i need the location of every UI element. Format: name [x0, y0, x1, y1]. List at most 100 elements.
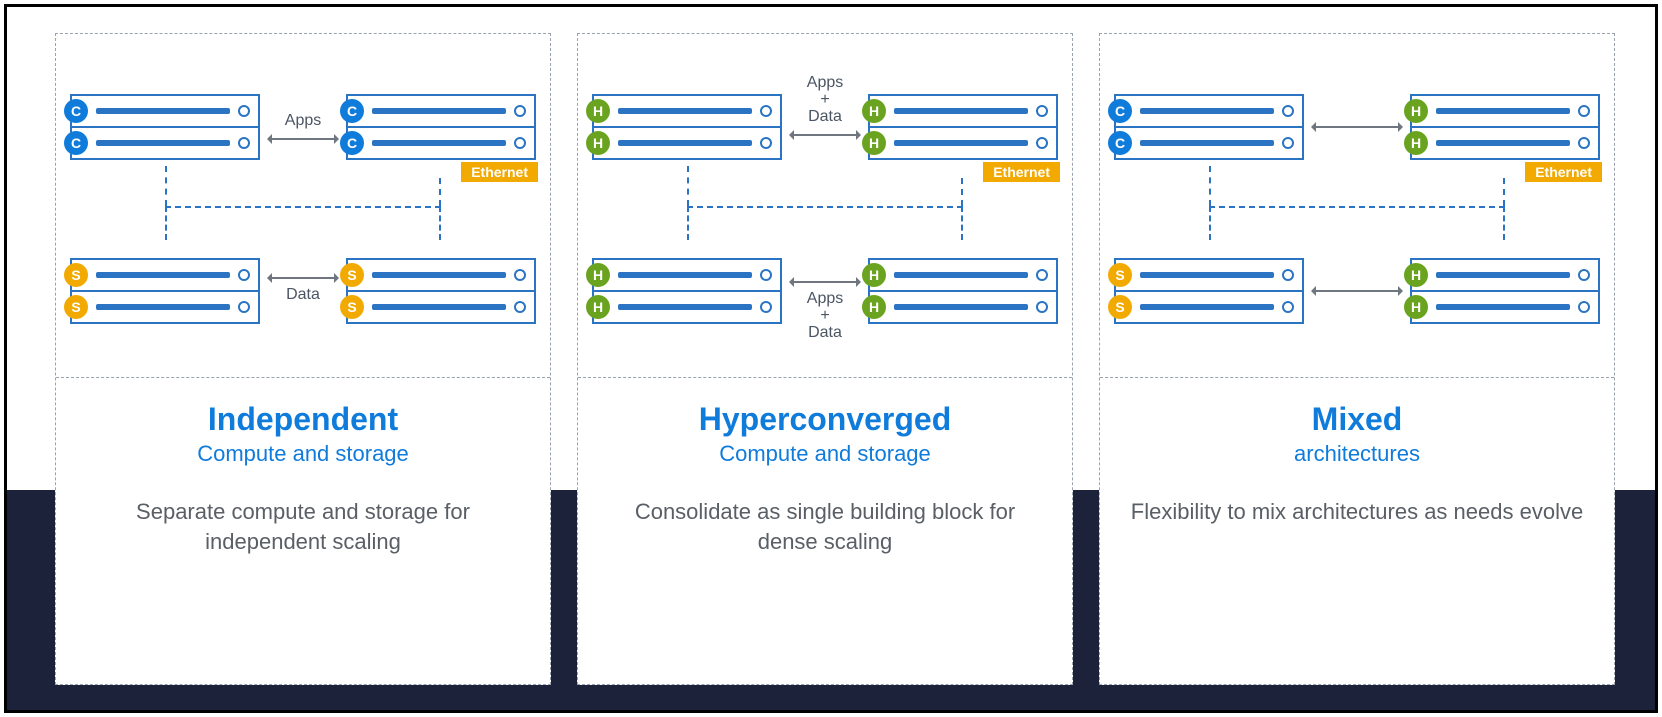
compute-badge-icon: C — [64, 131, 88, 155]
server: C — [70, 94, 260, 128]
server-bar-icon — [372, 108, 506, 114]
server-bar-icon — [96, 140, 230, 146]
storage-badge-icon: S — [64, 263, 88, 287]
panel-subtitle: architectures — [1128, 441, 1586, 467]
server-led-icon — [514, 105, 526, 117]
server: S — [70, 258, 260, 292]
link-label: Apps — [274, 113, 332, 130]
server-bar-icon — [1140, 140, 1274, 146]
server-bar-icon — [96, 272, 230, 278]
panel-mixed: C C H H Ethernet — [1099, 33, 1615, 685]
server-led-icon — [1282, 105, 1294, 117]
double-arrow-icon — [268, 277, 338, 279]
network-connector — [1114, 182, 1600, 236]
server-led-icon — [1282, 269, 1294, 281]
dashed-line-icon — [687, 166, 689, 206]
server-led-icon — [1036, 301, 1048, 313]
server-bar-icon — [96, 304, 230, 310]
server-led-icon — [514, 269, 526, 281]
storage-badge-icon: S — [1108, 263, 1132, 287]
server: H — [868, 94, 1058, 128]
dashed-line-icon — [165, 206, 441, 208]
dashed-line-icon — [439, 206, 441, 240]
link-label: Apps + Data — [796, 291, 854, 341]
server: H — [592, 290, 782, 324]
server: C — [346, 126, 536, 160]
server: S — [346, 290, 536, 324]
server: S — [70, 290, 260, 324]
hci-badge-icon: H — [586, 295, 610, 319]
storage-badge-icon: S — [1108, 295, 1132, 319]
hci-badge-icon: H — [586, 99, 610, 123]
diagram-frame: C C Apps C C Ethernet — [4, 4, 1658, 713]
server: C — [1114, 126, 1304, 160]
server: H — [1410, 290, 1600, 324]
double-arrow-icon — [790, 134, 860, 136]
storage-badge-icon: S — [64, 295, 88, 319]
panel-caption: Mixed architectures Flexibility to mix a… — [1100, 378, 1614, 537]
dashed-line-icon — [1503, 206, 1505, 240]
server-stack: H H — [868, 258, 1058, 324]
server-led-icon — [1282, 301, 1294, 313]
panel-diagram: C C H H Ethernet — [1100, 34, 1614, 378]
server-led-icon — [238, 105, 250, 117]
server: S — [1114, 258, 1304, 292]
panel-subtitle: Compute and storage — [606, 441, 1044, 467]
dashed-line-icon — [1209, 206, 1505, 208]
server-bar-icon — [894, 272, 1028, 278]
panel-title: Hyperconverged — [606, 402, 1044, 437]
server: S — [1114, 290, 1304, 324]
server-led-icon — [1578, 105, 1590, 117]
arrow-group: Apps + Data — [790, 117, 860, 135]
hci-badge-icon: H — [1404, 131, 1428, 155]
server-bar-icon — [618, 304, 752, 310]
arrow-group: Apps + Data — [790, 281, 860, 299]
server: H — [592, 94, 782, 128]
server-stack: C C Ethernet — [346, 94, 536, 160]
server-led-icon — [760, 269, 772, 281]
ethernet-tag: Ethernet — [983, 162, 1060, 182]
hci-badge-icon: H — [862, 99, 886, 123]
panel-description: Separate compute and storage for indepen… — [84, 497, 522, 556]
top-row: C C H H Ethernet — [1114, 94, 1600, 160]
server: C — [1114, 94, 1304, 128]
compute-badge-icon: C — [1108, 131, 1132, 155]
server: C — [346, 94, 536, 128]
server: H — [868, 258, 1058, 292]
server-led-icon — [238, 269, 250, 281]
panel-subtitle: Compute and storage — [84, 441, 522, 467]
server-led-icon — [514, 301, 526, 313]
link-label: Data — [274, 287, 332, 304]
server-led-icon — [1036, 137, 1048, 149]
server-bar-icon — [1140, 108, 1274, 114]
server-stack: C C — [70, 94, 260, 160]
hci-badge-icon: H — [1404, 295, 1428, 319]
server-bar-icon — [1436, 272, 1570, 278]
server-led-icon — [760, 105, 772, 117]
server-bar-icon — [372, 304, 506, 310]
server-bar-icon — [1140, 272, 1274, 278]
server-bar-icon — [1436, 304, 1570, 310]
panel-independent: C C Apps C C Ethernet — [55, 33, 551, 685]
panel-title: Mixed — [1128, 402, 1586, 437]
hci-badge-icon: H — [586, 263, 610, 287]
compute-badge-icon: C — [340, 99, 364, 123]
server-led-icon — [760, 301, 772, 313]
dashed-line-icon — [165, 206, 167, 240]
network-connector — [70, 182, 536, 236]
server-bar-icon — [372, 140, 506, 146]
storage-badge-icon: S — [340, 295, 364, 319]
server-led-icon — [1036, 269, 1048, 281]
server-stack: H H — [592, 258, 782, 324]
panel-hyperconverged: H H Apps + Data H H Ethernet — [577, 33, 1073, 685]
server-stack: H H Ethernet — [868, 94, 1058, 160]
server-stack: H H — [1410, 258, 1600, 324]
panel-description: Consolidate as single building block for… — [606, 497, 1044, 556]
server-led-icon — [238, 301, 250, 313]
bottom-row: S S H H — [1114, 258, 1600, 324]
server-bar-icon — [1140, 304, 1274, 310]
hci-badge-icon: H — [1404, 99, 1428, 123]
server: H — [1410, 94, 1600, 128]
server-led-icon — [514, 137, 526, 149]
dashed-line-icon — [165, 166, 167, 206]
